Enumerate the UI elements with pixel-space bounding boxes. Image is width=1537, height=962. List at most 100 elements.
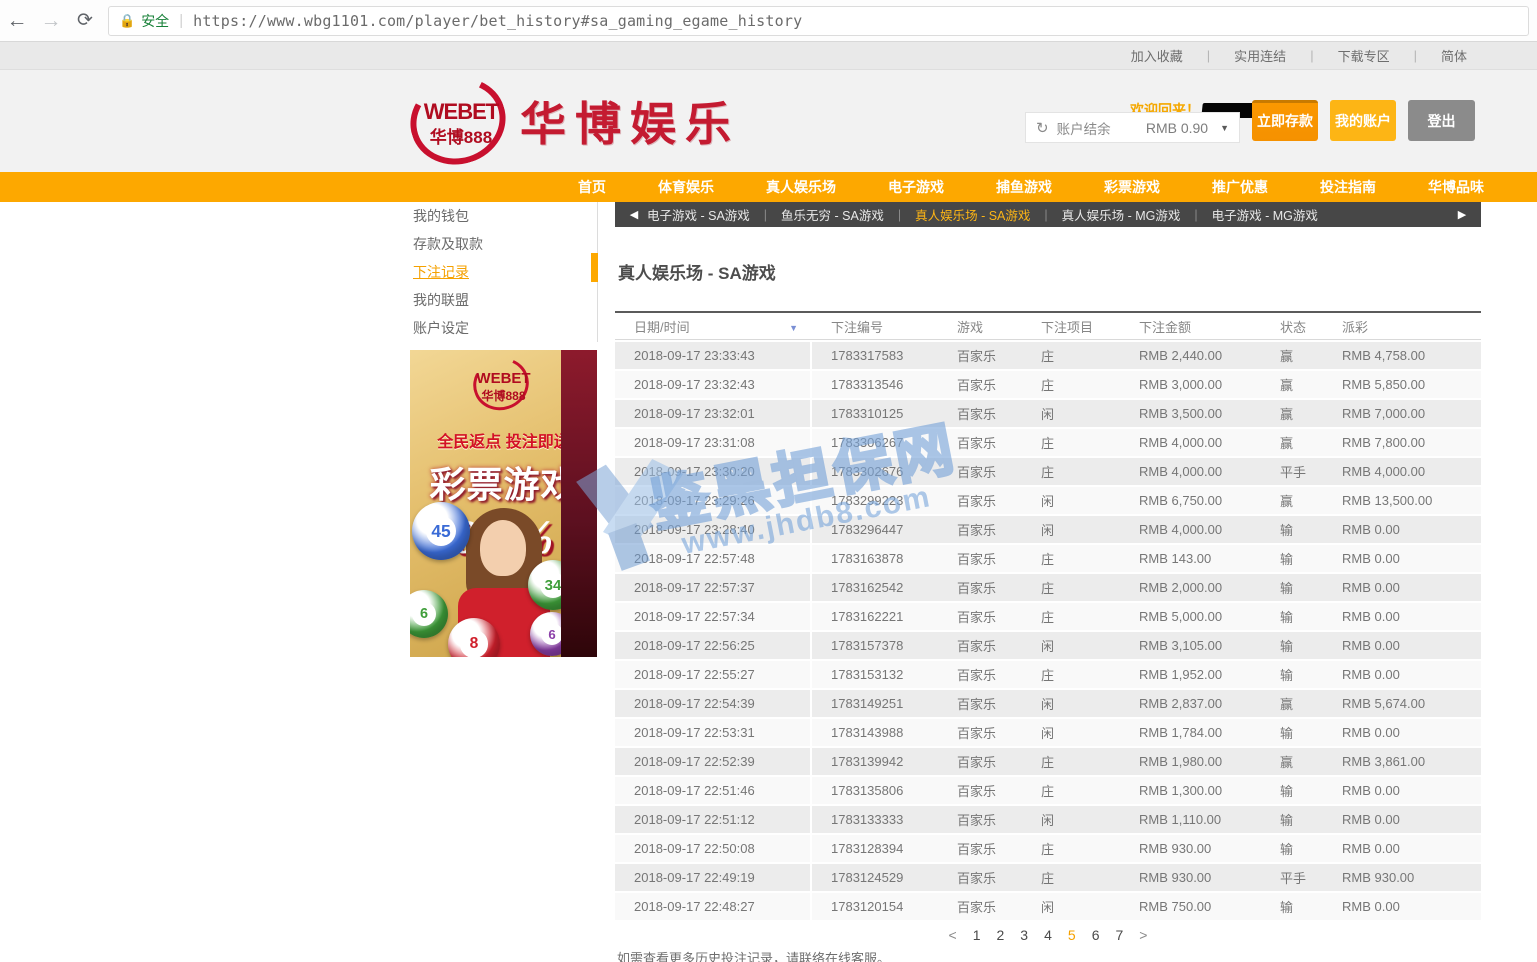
nav-item-3[interactable]: 真人娱乐场 (766, 177, 836, 197)
browser-chrome: ← → ⟳ 🔒 安全 | https://www.wbg1101.com/pla… (0, 0, 1537, 42)
table-row: 2018-09-17 22:52:391783139942百家乐庄RMB 1,9… (615, 748, 1481, 775)
cell-bet-item: 庄 (1022, 433, 1120, 452)
address-bar[interactable]: 🔒 安全 | https://www.wbg1101.com/player/be… (108, 6, 1529, 36)
cell-bet-item: 庄 (1022, 549, 1120, 568)
utility-link-2[interactable]: 实用连结 (1234, 46, 1286, 65)
my-account-button[interactable]: 我的账户 (1330, 100, 1396, 141)
secure-label: 安全 (141, 11, 169, 31)
page-title: 真人娱乐场 - SA游戏 (618, 259, 1481, 284)
cell-status: 赢 (1270, 404, 1332, 423)
utility-link-1[interactable]: 加入收藏 (1131, 46, 1183, 65)
sidebar-item-3[interactable]: 下注记录 (410, 258, 597, 286)
deposit-button[interactable]: 立即存款 (1252, 100, 1318, 141)
nav-item-5[interactable]: 捕鱼游戏 (996, 177, 1052, 197)
table-row: 2018-09-17 22:51:461783135806百家乐庄RMB 1,3… (615, 777, 1481, 804)
column-header-6: 状态 (1270, 317, 1332, 336)
pagination-page-2[interactable]: 2 (997, 927, 1005, 943)
cell-amount: RMB 1,300.00 (1120, 783, 1270, 798)
sidebar-item-4[interactable]: 我的联盟 (410, 286, 597, 314)
browser-forward-icon[interactable]: → (34, 9, 68, 33)
promo-banner[interactable]: WEBET 华博888 全民返点 投注即送 彩票游戏 0.5% 4534686 (410, 350, 597, 657)
nav-item-7[interactable]: 推广优惠 (1212, 177, 1268, 197)
pagination-page-3[interactable]: 3 (1020, 927, 1028, 943)
cell-amount: RMB 5,000.00 (1120, 609, 1270, 624)
pagination-page-4[interactable]: 4 (1044, 927, 1052, 943)
tab-1[interactable]: 电子游戏 - SA游戏 (647, 205, 750, 224)
column-header-1[interactable]: 日期/时间▼ (615, 313, 812, 339)
url-text: https://www.wbg1101.com/player/bet_histo… (193, 12, 802, 30)
tab-separator: | (898, 208, 901, 222)
balance-value: RMB 0.90 (1146, 120, 1208, 136)
pagination-prev[interactable]: < (949, 927, 957, 943)
sidebar-item-5[interactable]: 账户设定 (410, 314, 597, 342)
tab-5[interactable]: 电子游戏 - MG游戏 (1212, 205, 1318, 224)
cell-bet-id: 1783163878 (812, 551, 938, 566)
table-row: 2018-09-17 22:51:121783133333百家乐闲RMB 1,1… (615, 806, 1481, 833)
banner-logo: WEBET 华博888 (467, 358, 541, 416)
browser-refresh-icon[interactable]: ⟳ (68, 9, 102, 32)
cell-status: 输 (1270, 839, 1332, 858)
utility-link-3[interactable]: 下载专区 (1338, 46, 1390, 65)
tab-4[interactable]: 真人娱乐场 - MG游戏 (1062, 205, 1181, 224)
cell-date: 2018-09-17 22:56:25 (615, 632, 812, 659)
url-separator: | (179, 12, 183, 29)
nav-item-6[interactable]: 彩票游戏 (1104, 177, 1160, 197)
utility-separator: | (1310, 48, 1313, 63)
tab-scroll-left-icon[interactable]: ◀ (625, 208, 643, 221)
nav-item-9[interactable]: 华博品味 (1428, 177, 1484, 197)
nav-item-1[interactable]: 首页 (578, 177, 606, 197)
cell-bet-id: 1783310125 (812, 406, 938, 421)
cell-payout: RMB 0.00 (1332, 812, 1479, 827)
pagination-next[interactable]: > (1139, 927, 1147, 943)
cell-payout: RMB 0.00 (1332, 899, 1479, 914)
cell-bet-item: 闲 (1022, 491, 1120, 510)
sidebar-menu: 我的钱包存款及取款下注记录我的联盟账户设定 (410, 202, 597, 342)
nav-item-2[interactable]: 体育娱乐 (658, 177, 714, 197)
banner-sub: 华博888 (467, 387, 541, 404)
cell-bet-id: 1783120154 (812, 899, 938, 914)
cell-bet-id: 1783162542 (812, 580, 938, 595)
logo-brand: WEBET (417, 99, 505, 125)
cell-bet-item: 庄 (1022, 375, 1120, 394)
sidebar-item-1[interactable]: 我的钱包 (410, 202, 597, 230)
logout-button[interactable]: 登出 (1408, 100, 1475, 141)
cell-bet-item: 闲 (1022, 636, 1120, 655)
cell-game: 百家乐 (938, 375, 1022, 394)
cell-game: 百家乐 (938, 462, 1022, 481)
cell-date: 2018-09-17 23:30:20 (615, 458, 812, 485)
column-header-2: 下注编号 (812, 317, 938, 336)
site-logo[interactable]: WEBET 华博888 华博娱乐 (410, 78, 740, 164)
table-row: 2018-09-17 22:48:271783120154百家乐闲RMB 750… (615, 893, 1481, 920)
cell-payout: RMB 930.00 (1332, 870, 1479, 885)
sort-descending-icon[interactable]: ▼ (789, 323, 798, 333)
pagination-page-5[interactable]: 5 (1068, 927, 1076, 943)
cell-amount: RMB 3,500.00 (1120, 406, 1270, 421)
cell-date: 2018-09-17 23:31:08 (615, 429, 812, 456)
tab-3[interactable]: 真人娱乐场 - SA游戏 (915, 205, 1030, 224)
tab-separator: | (1194, 208, 1197, 222)
cell-amount: RMB 3,000.00 (1120, 377, 1270, 392)
cell-payout: RMB 7,800.00 (1332, 435, 1479, 450)
nav-item-4[interactable]: 电子游戏 (888, 177, 944, 197)
browser-back-icon[interactable]: ← (0, 9, 34, 33)
cell-game: 百家乐 (938, 491, 1022, 510)
tab-separator: | (764, 208, 767, 222)
chevron-down-icon[interactable]: ▼ (1220, 123, 1229, 133)
pagination-page-6[interactable]: 6 (1092, 927, 1100, 943)
utility-link-4[interactable]: 简体 (1441, 46, 1467, 65)
cell-payout: RMB 5,674.00 (1332, 696, 1479, 711)
pagination-page-7[interactable]: 7 (1115, 927, 1123, 943)
cell-date: 2018-09-17 23:28:40 (615, 516, 812, 543)
table-row: 2018-09-17 23:32:011783310125百家乐闲RMB 3,5… (615, 400, 1481, 427)
nav-item-8[interactable]: 投注指南 (1320, 177, 1376, 197)
lottery-ball-number: 8 (460, 630, 487, 657)
refresh-balance-icon[interactable]: ↻ (1036, 119, 1049, 137)
sidebar-item-2[interactable]: 存款及取款 (410, 230, 597, 258)
tab-scroll-right-icon[interactable]: ▶ (1453, 208, 1471, 221)
column-header-4: 下注项目 (1022, 317, 1120, 336)
cell-status: 赢 (1270, 752, 1332, 771)
tab-2[interactable]: 鱼乐无穷 - SA游戏 (781, 205, 884, 224)
cell-amount: RMB 1,110.00 (1120, 812, 1270, 827)
balance-dropdown[interactable]: ↻ 账户结余 RMB 0.90 ▼ (1025, 112, 1240, 143)
pagination-page-1[interactable]: 1 (973, 927, 981, 943)
